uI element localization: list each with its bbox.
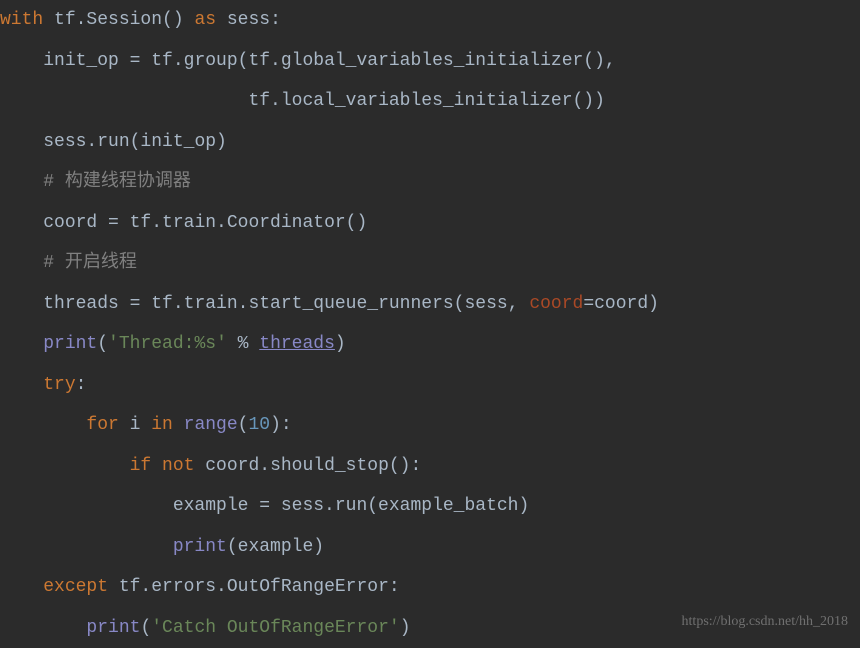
- code-line-9: print('Thread:%s' % threads): [0, 324, 860, 365]
- indent: [0, 172, 43, 192]
- code-text: init_op = tf.group(tf.global_variables_i…: [43, 51, 616, 71]
- code-line-12: if not coord.should_stop():: [0, 446, 860, 487]
- code-line-2: init_op = tf.group(tf.global_variables_i…: [0, 41, 860, 82]
- code-text: sess.run(init_op): [43, 132, 227, 152]
- paren: (: [97, 334, 108, 354]
- keyword-as: as: [194, 10, 216, 30]
- code-text: tf.errors.OutOfRangeError:: [108, 577, 400, 597]
- watermark-text: https://blog.csdn.net/hh_2018: [682, 606, 848, 638]
- string-literal: 'Catch OutOfRangeError': [151, 618, 399, 638]
- indent: [0, 91, 248, 111]
- keyword-try: try: [43, 375, 75, 395]
- code-text: sess:: [216, 10, 281, 30]
- indent: [0, 496, 173, 516]
- keyword-with: with: [0, 10, 43, 30]
- indent: [0, 415, 86, 435]
- number-literal: 10: [248, 415, 270, 435]
- code-editor: with tf.Session() as sess: init_op = tf.…: [0, 0, 860, 648]
- code-text: coord = tf.train.Coordinator(): [43, 213, 367, 233]
- indent: [0, 51, 43, 71]
- builtin-print: print: [86, 618, 140, 638]
- builtin-print: print: [173, 537, 227, 557]
- space: [151, 456, 162, 476]
- var-i: i: [119, 415, 151, 435]
- indent: [0, 618, 86, 638]
- code-line-3: tf.local_variables_initializer()): [0, 81, 860, 122]
- code-line-10: try:: [0, 365, 860, 406]
- code-line-13: example = sess.run(example_batch): [0, 486, 860, 527]
- code-line-15: except tf.errors.OutOfRangeError:: [0, 567, 860, 608]
- keyword-if: if: [130, 456, 152, 476]
- code-text: threads = tf.train.start_queue_runners(s…: [43, 294, 529, 314]
- code-line-6: coord = tf.train.Coordinator(): [0, 203, 860, 244]
- paren: ): [335, 334, 346, 354]
- paren: ):: [270, 415, 292, 435]
- paren: (: [238, 415, 249, 435]
- keyword-except: except: [43, 577, 108, 597]
- code-line-7: # 开启线程: [0, 243, 860, 284]
- code-line-5: # 构建线程协调器: [0, 162, 860, 203]
- paren: ): [400, 618, 411, 638]
- code-text: =coord): [583, 294, 659, 314]
- keyword-not: not: [162, 456, 194, 476]
- code-text: example = sess.run(example_batch): [173, 496, 529, 516]
- code-text: tf.Session(): [43, 10, 194, 30]
- indent: [0, 253, 43, 273]
- string-literal: 'Thread:%s': [108, 334, 227, 354]
- indent: [0, 456, 130, 476]
- code-text: tf.local_variables_initializer()): [248, 91, 604, 111]
- builtin-range: range: [184, 415, 238, 435]
- param-coord: coord: [529, 294, 583, 314]
- comment: # 开启线程: [43, 253, 137, 273]
- code-line-8: threads = tf.train.start_queue_runners(s…: [0, 284, 860, 325]
- code-line-1: with tf.Session() as sess:: [0, 0, 860, 41]
- indent: [0, 537, 173, 557]
- code-line-14: print(example): [0, 527, 860, 568]
- code-line-4: sess.run(init_op): [0, 122, 860, 163]
- indent: [0, 294, 43, 314]
- indent: [0, 132, 43, 152]
- comment: # 构建线程协调器: [43, 172, 191, 192]
- indent: [0, 577, 43, 597]
- colon: :: [76, 375, 87, 395]
- code-text: (example): [227, 537, 324, 557]
- indent: [0, 334, 43, 354]
- space: [173, 415, 184, 435]
- paren: (: [140, 618, 151, 638]
- code-text: coord.should_stop():: [194, 456, 421, 476]
- operator: %: [227, 334, 259, 354]
- code-line-11: for i in range(10):: [0, 405, 860, 446]
- indent: [0, 213, 43, 233]
- builtin-print: print: [43, 334, 97, 354]
- keyword-for: for: [86, 415, 118, 435]
- indent: [0, 375, 43, 395]
- keyword-in: in: [151, 415, 173, 435]
- variable-threads: threads: [259, 334, 335, 354]
